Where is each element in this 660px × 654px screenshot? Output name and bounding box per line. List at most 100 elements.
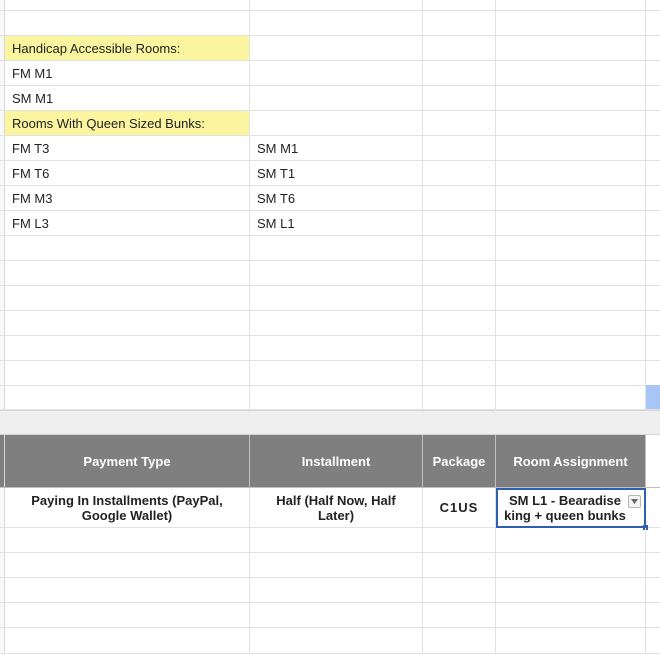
row-header[interactable] [0,311,5,335]
header-installment[interactable]: Installment [250,435,423,487]
queen-room-text: FM L3 [12,215,49,231]
row-header[interactable] [0,603,5,627]
sheet-row [0,578,660,603]
row-header[interactable] [0,553,5,577]
scroll-indicator[interactable] [646,385,660,409]
cell[interactable] [646,435,660,487]
queen-room-cell[interactable]: FM T3 [5,136,250,160]
cell[interactable] [496,36,646,60]
cell[interactable] [5,0,250,10]
payment-type-cell[interactable]: Paying In Installments (PayPal, Google W… [5,488,250,527]
sheet-row: SM M1 [0,86,660,111]
queen-room-cell[interactable]: FM M3 [5,186,250,210]
row-header[interactable] [0,336,5,360]
queen-room-text: SM M1 [257,140,299,156]
gridline [422,528,423,654]
queen-room-cell[interactable]: SM T1 [250,161,423,185]
header-room-assignment-label: Room Assignment [513,453,628,469]
cell[interactable] [496,136,646,160]
cell[interactable] [496,11,646,35]
handicap-room-cell[interactable]: SM M1 [5,86,250,110]
payment-type-value: Paying In Installments (PayPal, Google W… [31,492,223,523]
queen-header-cell[interactable]: Rooms With Queen Sized Bunks: [5,111,250,135]
cell[interactable] [423,161,496,185]
queen-room-cell[interactable]: SM T6 [250,186,423,210]
cell[interactable] [496,161,646,185]
sheet-row [0,311,660,336]
header-payment-type-label: Payment Type [83,453,171,469]
cell[interactable] [5,11,250,35]
queen-room-text: SM T1 [257,165,296,181]
row-header[interactable] [0,261,5,285]
sheet-row [0,11,660,36]
installment-value: Half (Half Now, Half Later) [276,492,396,523]
cell[interactable] [250,36,423,60]
spreadsheet-grid: Handicap Accessible Rooms: FM M1 SM M1 R… [0,0,660,654]
header-package[interactable]: Package [423,435,496,487]
queen-room-text: FM T3 [12,140,50,156]
gridline [645,528,646,654]
queen-room-text: SM T6 [257,190,296,206]
row-header[interactable] [0,386,5,409]
cell[interactable] [496,186,646,210]
queen-room-text: FM M3 [12,190,53,206]
gridline [249,236,250,410]
cell[interactable] [250,11,423,35]
frozen-divider [0,410,660,435]
cell[interactable] [423,136,496,160]
package-cell[interactable]: C1US [423,488,496,527]
sheet-row: FM M3 SM T6 [0,186,660,211]
queen-room-cell[interactable]: SM M1 [250,136,423,160]
cell[interactable] [423,11,496,35]
row-header[interactable] [0,236,5,260]
sheet-row [0,386,660,410]
sheet-row [0,628,660,654]
cell[interactable] [496,86,646,110]
queen-room-cell[interactable]: FM T6 [5,161,250,185]
cell[interactable] [496,61,646,85]
sheet-row [0,361,660,386]
cell[interactable] [250,86,423,110]
row-header[interactable] [0,578,5,602]
queen-room-cell[interactable]: SM L1 [250,211,423,235]
installment-cell[interactable]: Half (Half Now, Half Later) [250,488,423,527]
sheet-row: FM M1 [0,61,660,86]
row-header[interactable] [0,628,5,653]
selection-outline [496,488,646,528]
gridline [422,236,423,410]
gridline [249,528,250,654]
cell[interactable] [423,36,496,60]
package-value: C1US [439,500,479,515]
cell[interactable] [423,0,496,10]
handicap-header-cell[interactable]: Handicap Accessible Rooms: [5,36,250,60]
row-header[interactable] [0,286,5,310]
queen-room-text: SM L1 [257,215,295,231]
handicap-header-text: Handicap Accessible Rooms: [12,40,181,56]
cell[interactable] [496,0,646,10]
header-payment-type[interactable]: Payment Type [5,435,250,487]
row-header[interactable] [0,528,5,552]
sheet-row [0,0,660,11]
row-header[interactable] [0,361,5,385]
sheet-row [0,286,660,311]
sheet-row [0,336,660,361]
cell[interactable] [250,111,423,135]
handicap-room-cell[interactable]: FM M1 [5,61,250,85]
cell[interactable] [423,86,496,110]
cell[interactable] [423,111,496,135]
header-room-assignment[interactable]: Room Assignment [496,435,646,487]
cell[interactable] [496,111,646,135]
cell[interactable] [250,0,423,10]
cell[interactable] [496,211,646,235]
queen-room-text: FM T6 [12,165,50,181]
handicap-room-text: SM M1 [12,90,54,106]
cell[interactable] [423,186,496,210]
cell[interactable] [423,61,496,85]
queen-room-cell[interactable]: FM L3 [5,211,250,235]
sheet-row [0,553,660,578]
handicap-room-text: FM M1 [12,65,53,81]
gridline [495,528,496,654]
cell[interactable] [423,211,496,235]
sheet-row [0,236,660,261]
cell[interactable] [250,61,423,85]
